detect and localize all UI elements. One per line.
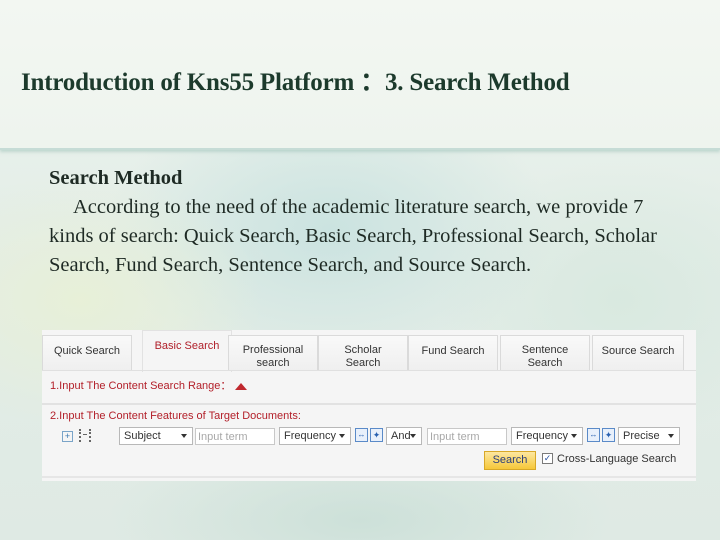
logic-select[interactable]: And	[386, 427, 422, 445]
match-select-value: Precise	[623, 430, 660, 442]
tab-basic-search[interactable]: Basic Search	[142, 330, 232, 372]
tab-source-search[interactable]: Source Search	[592, 335, 684, 370]
search-button[interactable]: Search	[484, 451, 536, 470]
cross-language-checkbox[interactable]: ✓	[542, 453, 553, 464]
chevron-down-icon	[410, 434, 416, 438]
collapse-arrow-icon[interactable]	[235, 383, 247, 390]
chevron-down-icon	[339, 434, 345, 438]
chevron-down-icon	[571, 434, 577, 438]
chevron-down-icon	[668, 434, 674, 438]
expand-terms-icon[interactable]: ✦	[370, 428, 383, 442]
body-paragraph: According to the need of the academic li…	[49, 196, 657, 276]
add-row-icon[interactable]: +	[62, 431, 73, 442]
field-select[interactable]: Subject	[119, 427, 193, 445]
tab-sentence-search[interactable]: Sentence Search	[500, 335, 590, 370]
frequency1-value: Frequency	[284, 430, 336, 442]
chevron-down-icon	[181, 434, 187, 438]
expand-terms-icon[interactable]: ✦	[602, 428, 615, 442]
search-field-row: + Subject Frequency ↔ ✦ And Frequency ↔ …	[42, 426, 696, 448]
term1-input[interactable]	[195, 428, 275, 445]
word-frequency-icon[interactable]: ↔	[355, 428, 368, 442]
slide-body: Search Method According to the need of t…	[49, 164, 689, 280]
body-heading: Search Method	[49, 167, 183, 189]
tab-professional-search[interactable]: Professional search	[228, 335, 318, 370]
remove-row-icon[interactable]	[79, 429, 91, 442]
frequency2-select[interactable]: Frequency	[511, 427, 583, 445]
match-select[interactable]: Precise	[618, 427, 680, 445]
search-tabs: Quick Search Basic Search Professional s…	[42, 330, 696, 372]
tab-quick-search[interactable]: Quick Search	[42, 335, 132, 370]
frequency1-select[interactable]: Frequency	[279, 427, 351, 445]
slide-title: Introduction of Kns55 Platform ：3. Searc…	[21, 69, 570, 96]
tab-scholar-search[interactable]: Scholar Search	[318, 335, 408, 370]
title-band: Introduction of Kns55 Platform ：3. Searc…	[0, 0, 720, 150]
logic-select-value: And	[391, 430, 411, 442]
content-features-label: 2.Input The Content Features of Target D…	[50, 410, 301, 422]
field-select-value: Subject	[124, 430, 161, 442]
search-range-row: 1.Input The Content Search Range：	[42, 371, 696, 405]
search-ui-screenshot: Quick Search Basic Search Professional s…	[42, 330, 696, 481]
cross-language-label[interactable]: Cross-Language Search	[557, 453, 676, 465]
search-range-label: 1.Input The Content Search Range：	[50, 380, 232, 392]
term2-input[interactable]	[427, 428, 507, 445]
tab-fund-search[interactable]: Fund Search	[408, 335, 498, 370]
frequency2-value: Frequency	[516, 430, 568, 442]
word-frequency-icon[interactable]: ↔	[587, 428, 600, 442]
panel-bottom-border	[42, 476, 696, 478]
